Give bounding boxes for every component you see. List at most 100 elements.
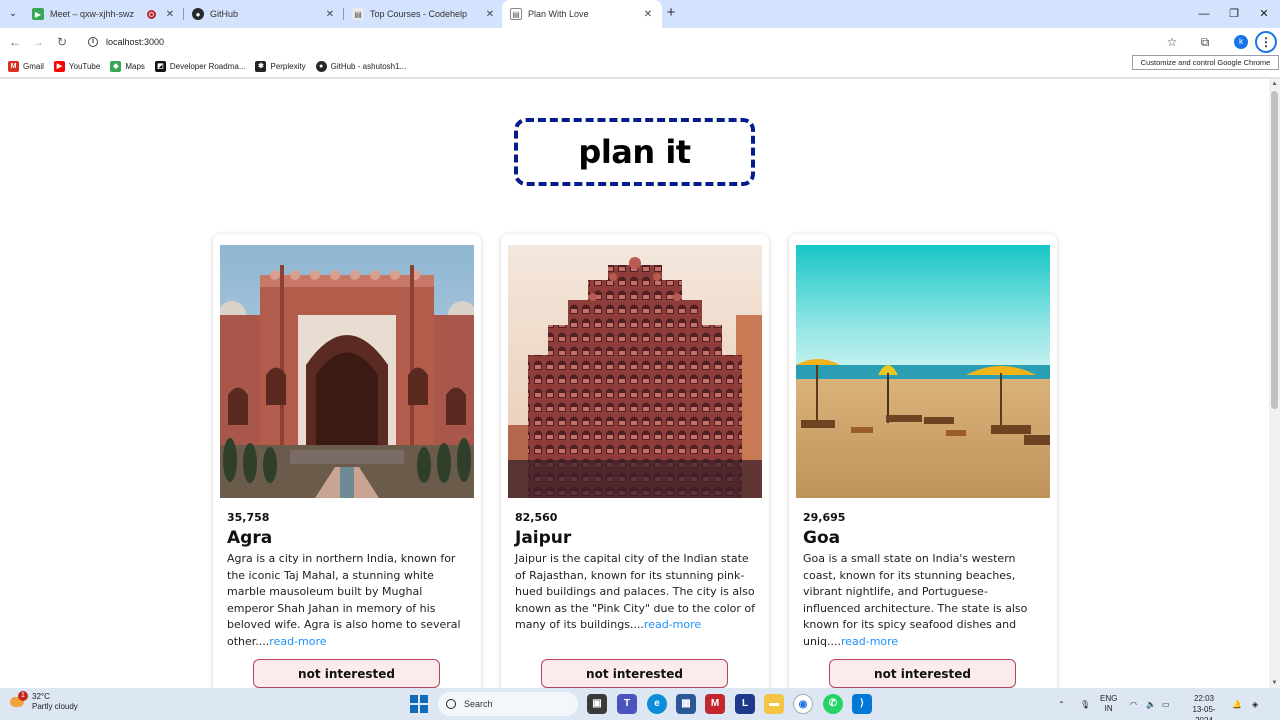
store-icon[interactable]: ▦ — [676, 694, 696, 714]
edge-icon[interactable]: e — [647, 694, 667, 714]
window-close-icon[interactable]: ✕ — [1248, 0, 1280, 28]
page-icon: ▤ — [510, 8, 522, 20]
not-interested-button[interactable]: not interested — [253, 659, 440, 688]
tab-codehelp[interactable]: ▤ Top Courses - Codehelp ✕ — [344, 0, 504, 28]
tour-description: Goa is a small state on India's western … — [803, 551, 1043, 651]
url-text: localhost:3000 — [106, 37, 165, 47]
scroll-up-arrow-icon[interactable]: ▲ — [1269, 79, 1280, 89]
tour-description-text: Goa is a small state on India's western … — [803, 552, 1028, 648]
address-bar[interactable]: i localhost:3000 — [80, 30, 1190, 54]
menu-tooltip: Customize and control Google Chrome — [1132, 55, 1279, 70]
tab-title: Plan With Love — [528, 9, 589, 19]
mcafee-icon[interactable]: M — [705, 694, 725, 714]
tour-card-goa: 29,695 Goa Goa is a small state on India… — [789, 234, 1057, 688]
tour-price: 35,758 — [227, 511, 270, 524]
bookmark-star-icon[interactable]: ☆ — [1164, 34, 1180, 50]
tour-price: 29,695 — [803, 511, 846, 524]
github-icon: ● — [192, 8, 204, 20]
taskbar-search[interactable]: Search — [438, 692, 578, 716]
tab-search-chevron-icon[interactable]: ⌄ — [4, 5, 22, 23]
notification-badge: 1 — [18, 691, 28, 701]
teams-icon[interactable]: T — [617, 694, 637, 714]
tour-description: Jaipur is the capital city of the Indian… — [515, 551, 755, 634]
notification-bell-icon[interactable]: 🔔 — [1232, 688, 1242, 720]
windows-start-icon[interactable] — [410, 695, 428, 713]
bookmark-perplexity[interactable]: ✱ Perplexity — [255, 61, 306, 72]
language-indicator[interactable]: ENG IN — [1100, 688, 1117, 720]
browser-toolbar: ← → ↻ i localhost:3000 ☆ ⧉ k ⋮ — [0, 28, 1280, 56]
forward-icon[interactable]: → — [29, 33, 47, 51]
read-more-link[interactable]: read-more — [644, 618, 701, 631]
bookmark-gmail[interactable]: M Gmail — [8, 61, 44, 72]
region-code: IN — [1104, 704, 1113, 713]
tour-description-text: Jaipur is the capital city of the Indian… — [515, 552, 756, 632]
bookmark-label: YouTube — [68, 62, 101, 71]
gmail-icon: M — [8, 61, 19, 72]
wifi-icon[interactable]: ◠ — [1130, 688, 1137, 720]
tour-card-jaipur: 82,560 Jaipur Jaipur is the capital city… — [501, 234, 769, 688]
scroll-down-arrow-icon[interactable]: ▼ — [1269, 678, 1280, 688]
tour-description-text: Agra is a city in northern India, known … — [227, 552, 461, 648]
microphone-icon[interactable]: 🎙 — [1080, 688, 1090, 720]
restore-icon[interactable]: ❐ — [1218, 0, 1250, 28]
clock-time: 22:03 — [1193, 694, 1215, 703]
github-icon: ● — [315, 61, 327, 72]
tour-price: 82,560 — [515, 511, 558, 524]
scrollbar-thumb[interactable] — [1271, 91, 1278, 409]
close-icon[interactable]: ✕ — [642, 9, 654, 20]
site-info-icon[interactable]: i — [88, 37, 98, 47]
profile-avatar[interactable]: k — [1234, 35, 1248, 49]
codehelp-icon: ▤ — [352, 8, 364, 20]
windows-taskbar: 1 32°C Partly cloudy Search ▣ T e ▦ M L … — [0, 688, 1280, 720]
bookmark-github[interactable]: ● GitHub - ashutosh1... — [315, 61, 407, 72]
bookmark-youtube[interactable]: ▶ YouTube — [53, 61, 101, 72]
extensions-icon[interactable]: ⧉ — [1197, 34, 1213, 50]
whatsapp-icon[interactable]: ✆ — [823, 694, 843, 714]
tab-meet[interactable]: ▶ Meet – qxw-xjhh-swz ✕ — [24, 0, 184, 28]
tab-github[interactable]: ● GitHub ✕ — [184, 0, 344, 28]
tour-city: Jaipur — [515, 528, 572, 548]
volume-icon[interactable]: 🔈 — [1146, 688, 1156, 720]
minimize-icon[interactable]: — — [1188, 0, 1220, 28]
read-more-link[interactable]: read-more — [841, 635, 898, 648]
chrome-icon[interactable]: ◉ — [793, 694, 813, 714]
copilot-icon[interactable]: ◈ — [1252, 688, 1258, 720]
not-interested-button[interactable]: not interested — [829, 659, 1016, 688]
bookmark-maps[interactable]: ◆ Maps — [110, 61, 145, 72]
lenovo-icon[interactable]: L — [735, 694, 755, 714]
tab-title: Meet – qxw-xjhh-swz — [50, 9, 135, 19]
tab-plan-with-love[interactable]: ▤ Plan With Love ✕ — [502, 0, 662, 28]
tour-card-agra: 35,758 Agra Agra is a city in northern I… — [213, 234, 481, 688]
close-icon[interactable]: ✕ — [324, 9, 336, 20]
not-interested-button[interactable]: not interested — [541, 659, 728, 688]
tab-title: Top Courses - Codehelp — [370, 9, 468, 19]
task-view-icon[interactable]: ▣ — [587, 694, 607, 714]
bookmark-developer-roadmap[interactable]: ◩ Developer Roadma... — [154, 61, 245, 72]
new-tab-plus-icon[interactable]: + — [663, 5, 679, 21]
vscode-icon[interactable]: ⟩ — [852, 694, 872, 714]
tray-overflow-icon[interactable]: ⌃ — [1058, 688, 1065, 720]
close-icon[interactable]: ✕ — [164, 9, 176, 20]
battery-icon[interactable]: ▭ — [1162, 688, 1170, 720]
page-title-box: plan it — [514, 118, 755, 186]
file-explorer-icon[interactable]: ▬ — [764, 694, 784, 714]
goa-photo — [796, 245, 1050, 498]
bookmark-label: GitHub - ashutosh1... — [330, 62, 407, 71]
weather-icon: 1 — [8, 691, 28, 711]
page-title: plan it — [578, 133, 691, 171]
tour-city: Agra — [227, 528, 273, 548]
bookmarks-bar: M Gmail ▶ YouTube ◆ Maps ◩ Developer Roa… — [0, 56, 1280, 78]
read-more-link[interactable]: read-more — [269, 635, 326, 648]
kebab-menu-icon[interactable]: ⋮ — [1255, 31, 1277, 53]
close-icon[interactable]: ✕ — [484, 9, 496, 20]
system-clock[interactable]: 22:03 13-05-2024 — [1184, 693, 1224, 720]
agra-photo — [220, 245, 474, 498]
reload-icon[interactable]: ↻ — [53, 33, 71, 51]
tab-title: GitHub — [210, 9, 239, 19]
weather-widget[interactable]: 1 32°C Partly cloudy — [8, 691, 78, 712]
tab-strip: ⌄ ▶ Meet – qxw-xjhh-swz ✕ ● GitHub ✕ ▤ T… — [0, 0, 1280, 28]
language-code: ENG — [1100, 694, 1118, 703]
page-scrollbar[interactable]: ▲ ▼ — [1269, 79, 1280, 688]
jaipur-photo — [508, 245, 762, 498]
back-icon[interactable]: ← — [6, 33, 24, 51]
